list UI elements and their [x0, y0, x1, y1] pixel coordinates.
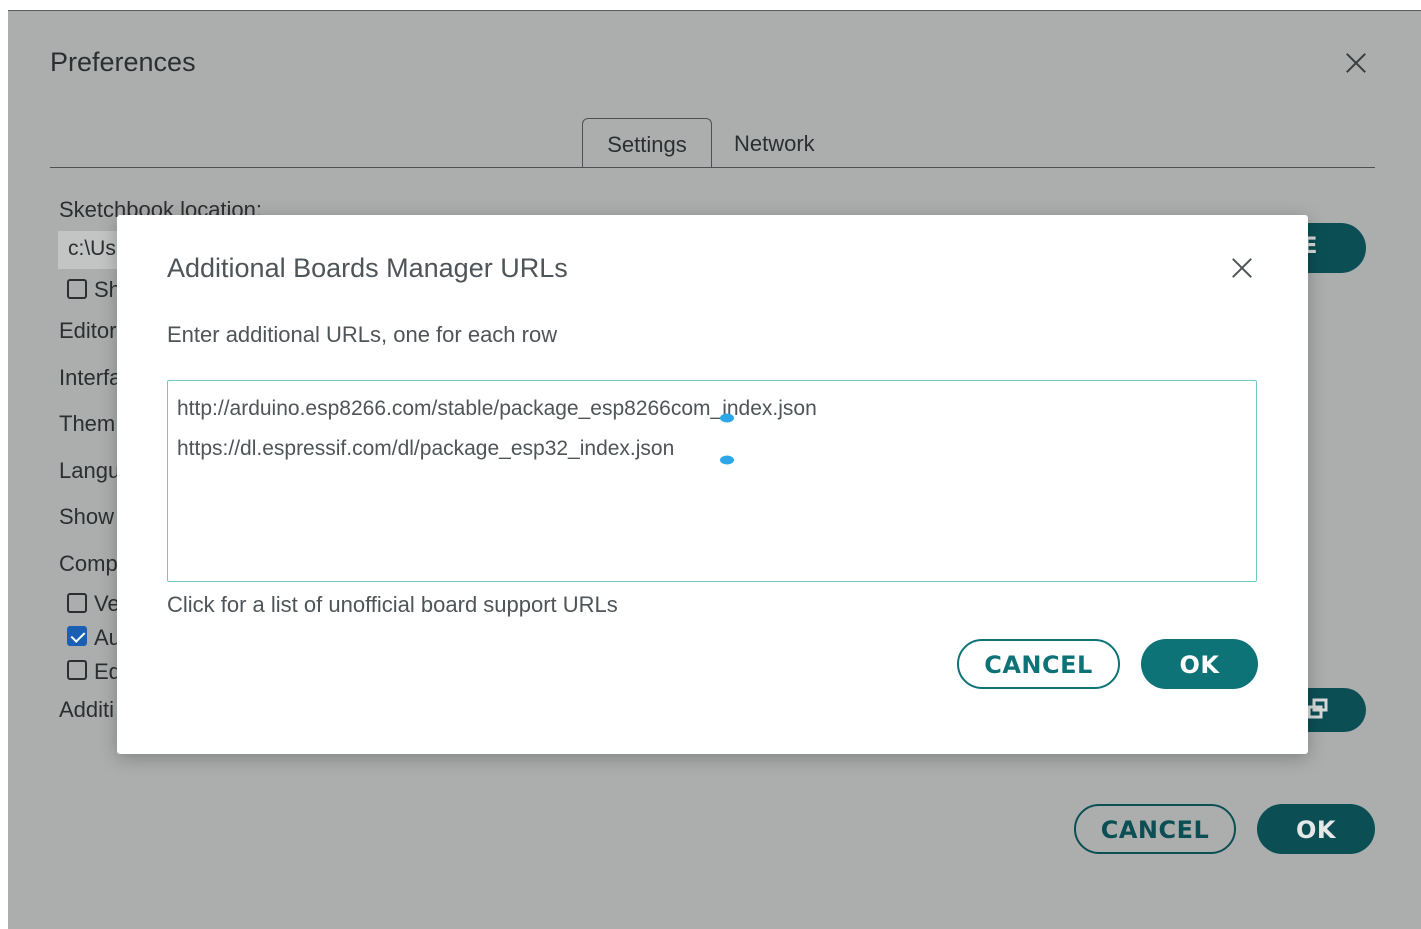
tabs-divider — [50, 167, 1375, 168]
cancel-button[interactable]: CANCEL — [957, 639, 1120, 689]
close-icon[interactable] — [1229, 255, 1255, 281]
urls-textarea[interactable]: http://arduino.esp8266.com/stable/packag… — [167, 380, 1257, 582]
selection-handle-icon[interactable] — [720, 413, 734, 423]
dialog-description: Enter additional URLs, one for each row — [167, 322, 558, 347]
unofficial-urls-link[interactable]: Click for a list of unofficial board sup… — [167, 592, 618, 618]
close-icon[interactable] — [1342, 49, 1370, 77]
ok-button[interactable]: OK — [1141, 639, 1258, 689]
language-label: Langu — [59, 458, 121, 483]
additional-urls-dialog: Additional Boards Manager URLs Enter add… — [117, 215, 1308, 754]
dialog-title: Additional Boards Manager URLs — [167, 253, 568, 283]
interface-scale-label: Interfa — [59, 365, 122, 390]
preferences-cancel-button[interactable]: CANCEL — [1074, 804, 1236, 854]
editor-quick-suggestions-checkbox[interactable] — [67, 660, 87, 680]
tab-settings[interactable]: Settings — [582, 118, 712, 168]
verify-checkbox[interactable] — [67, 593, 87, 613]
compiler-warnings-label: Comp — [59, 551, 118, 576]
auto-save-checkbox[interactable] — [67, 626, 87, 646]
theme-label: Them — [59, 411, 116, 436]
selection-handle-icon[interactable] — [720, 455, 734, 465]
open-external-icon — [1307, 698, 1328, 719]
preferences-ok-button[interactable]: OK — [1257, 804, 1375, 854]
show-verbose-label: Show — [59, 504, 115, 529]
url-row: http://arduino.esp8266.com/stable/packag… — [177, 397, 817, 420]
url-row: https://dl.espressif.com/dl/package_esp3… — [177, 437, 675, 460]
editor-font-size-label: Editor — [59, 318, 117, 343]
additional-urls-label: Additi — [59, 697, 115, 722]
preferences-title: Preferences — [50, 47, 196, 77]
tab-network[interactable]: Network — [734, 131, 815, 157]
verify-checkbox-label: Ve — [94, 591, 120, 616]
show-checkbox[interactable] — [67, 279, 87, 299]
